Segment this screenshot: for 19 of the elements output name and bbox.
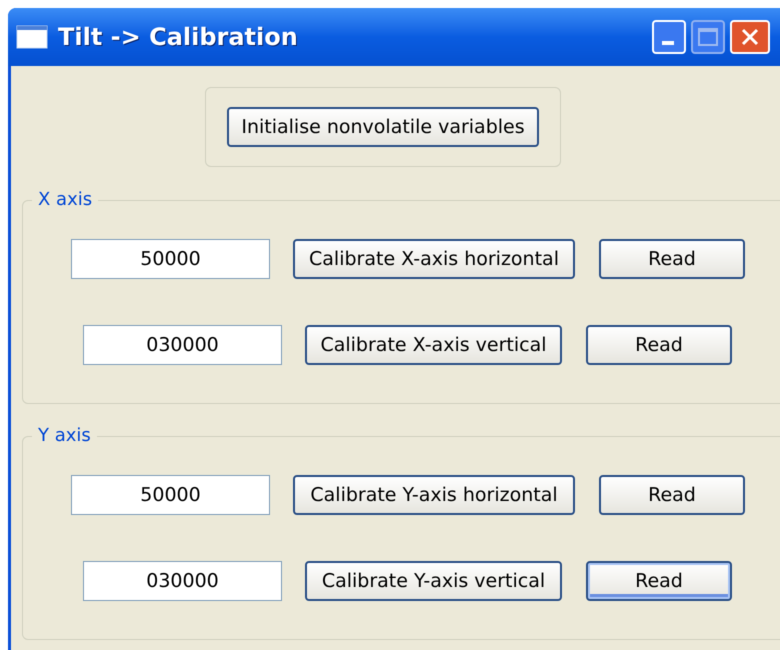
- close-icon: [741, 28, 759, 46]
- close-button[interactable]: [730, 20, 770, 54]
- initialise-button[interactable]: Initialise nonvolatile variables: [227, 107, 539, 147]
- calibrate-button[interactable]: Calibrate X-axis horizontal: [293, 239, 575, 279]
- read-button[interactable]: Read: [599, 475, 745, 515]
- read-button[interactable]: Read: [599, 239, 745, 279]
- window-title: Tilt -> Calibration: [58, 22, 298, 53]
- read-button[interactable]: Read: [586, 325, 732, 365]
- calibrate-button[interactable]: Calibrate X-axis vertical: [305, 325, 562, 365]
- calibrate-button[interactable]: Calibrate Y-axis vertical: [305, 561, 562, 601]
- value-field[interactable]: 030000: [83, 561, 282, 601]
- read-button[interactable]: Read: [586, 561, 732, 601]
- window-icon: [16, 25, 48, 49]
- value-field[interactable]: 50000: [71, 239, 270, 279]
- calibrate-button[interactable]: Calibrate Y-axis horizontal: [293, 475, 575, 515]
- minimize-button[interactable]: [652, 20, 686, 54]
- value-field[interactable]: 50000: [71, 475, 270, 515]
- maximize-button[interactable]: [691, 20, 725, 54]
- value-field[interactable]: 030000: [83, 325, 282, 365]
